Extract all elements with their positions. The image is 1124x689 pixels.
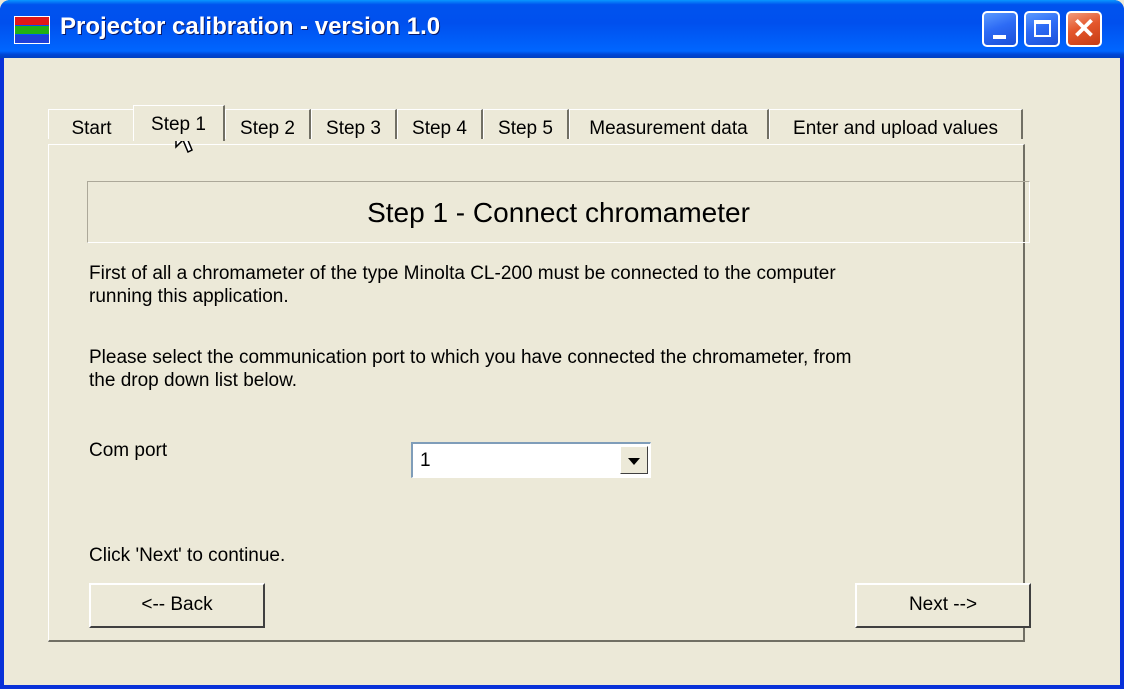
app-window: Projector calibration - version 1.0 ✕ St… — [0, 0, 1124, 689]
step-heading: Step 1 - Connect chromameter — [367, 197, 750, 228]
tab-step-2[interactable]: Step 2 — [225, 109, 311, 139]
window-title: Projector calibration - version 1.0 — [60, 13, 441, 40]
tab-enter-upload-values[interactable]: Enter and upload values — [769, 109, 1023, 139]
tab-label: Step 4 — [412, 118, 467, 139]
tab-label: Start — [71, 118, 112, 139]
tab-step-5[interactable]: Step 5 — [483, 109, 569, 139]
title-bar[interactable]: Projector calibration - version 1.0 ✕ — [0, 0, 1124, 58]
tab-label: Step 1 — [151, 114, 206, 135]
close-button[interactable]: ✕ — [1066, 11, 1102, 47]
app-icon — [14, 16, 50, 44]
intro-paragraph: First of all a chromameter of the type M… — [89, 262, 969, 308]
tab-label: Measurement data — [589, 118, 748, 139]
client-area: Start Step 1 Step 2 Step 3 Step 4 Step 5… — [4, 58, 1120, 685]
icon-stripe-blue — [15, 35, 49, 43]
instruction-paragraph: Please select the communication port to … — [89, 346, 969, 392]
tab-label: Enter and upload values — [793, 118, 998, 139]
minimize-icon — [993, 35, 1006, 39]
tab-step-3[interactable]: Step 3 — [311, 109, 397, 139]
continue-hint: Click 'Next' to continue. — [89, 545, 286, 566]
tab-label: Step 5 — [498, 118, 553, 139]
icon-stripe-red — [15, 17, 49, 25]
com-port-value: 1 — [420, 450, 431, 471]
tab-label: Step 3 — [326, 118, 381, 139]
com-port-dropdown[interactable]: 1 — [411, 442, 651, 478]
step-header-box: Step 1 - Connect chromameter — [87, 181, 1030, 243]
tab-step-4[interactable]: Step 4 — [397, 109, 483, 139]
intro-line-2: running this application. — [89, 286, 289, 307]
intro-line-1: First of all a chromameter of the type M… — [89, 263, 836, 284]
next-button[interactable]: Next --> — [855, 583, 1031, 628]
tab-start[interactable]: Start — [48, 109, 136, 139]
chevron-down-icon — [628, 458, 640, 465]
maximize-button[interactable] — [1024, 11, 1060, 47]
minimize-button[interactable] — [982, 11, 1018, 47]
tab-measurement-data[interactable]: Measurement data — [569, 109, 769, 139]
back-button[interactable]: <-- Back — [89, 583, 265, 628]
com-port-label: Com port — [89, 440, 168, 461]
tab-label: Step 2 — [240, 118, 295, 139]
close-icon: ✕ — [1072, 13, 1096, 44]
instruction-line-1: Please select the communication port to … — [89, 347, 852, 368]
dropdown-arrow-button[interactable] — [620, 446, 648, 474]
step-1-panel: Step 1 - Connect chromameter First of al… — [48, 144, 1031, 642]
instruction-line-2: the drop down list below. — [89, 370, 298, 391]
maximize-icon — [1034, 20, 1051, 37]
icon-stripe-green — [15, 26, 49, 34]
tab-step-1[interactable]: Step 1 — [133, 105, 225, 141]
